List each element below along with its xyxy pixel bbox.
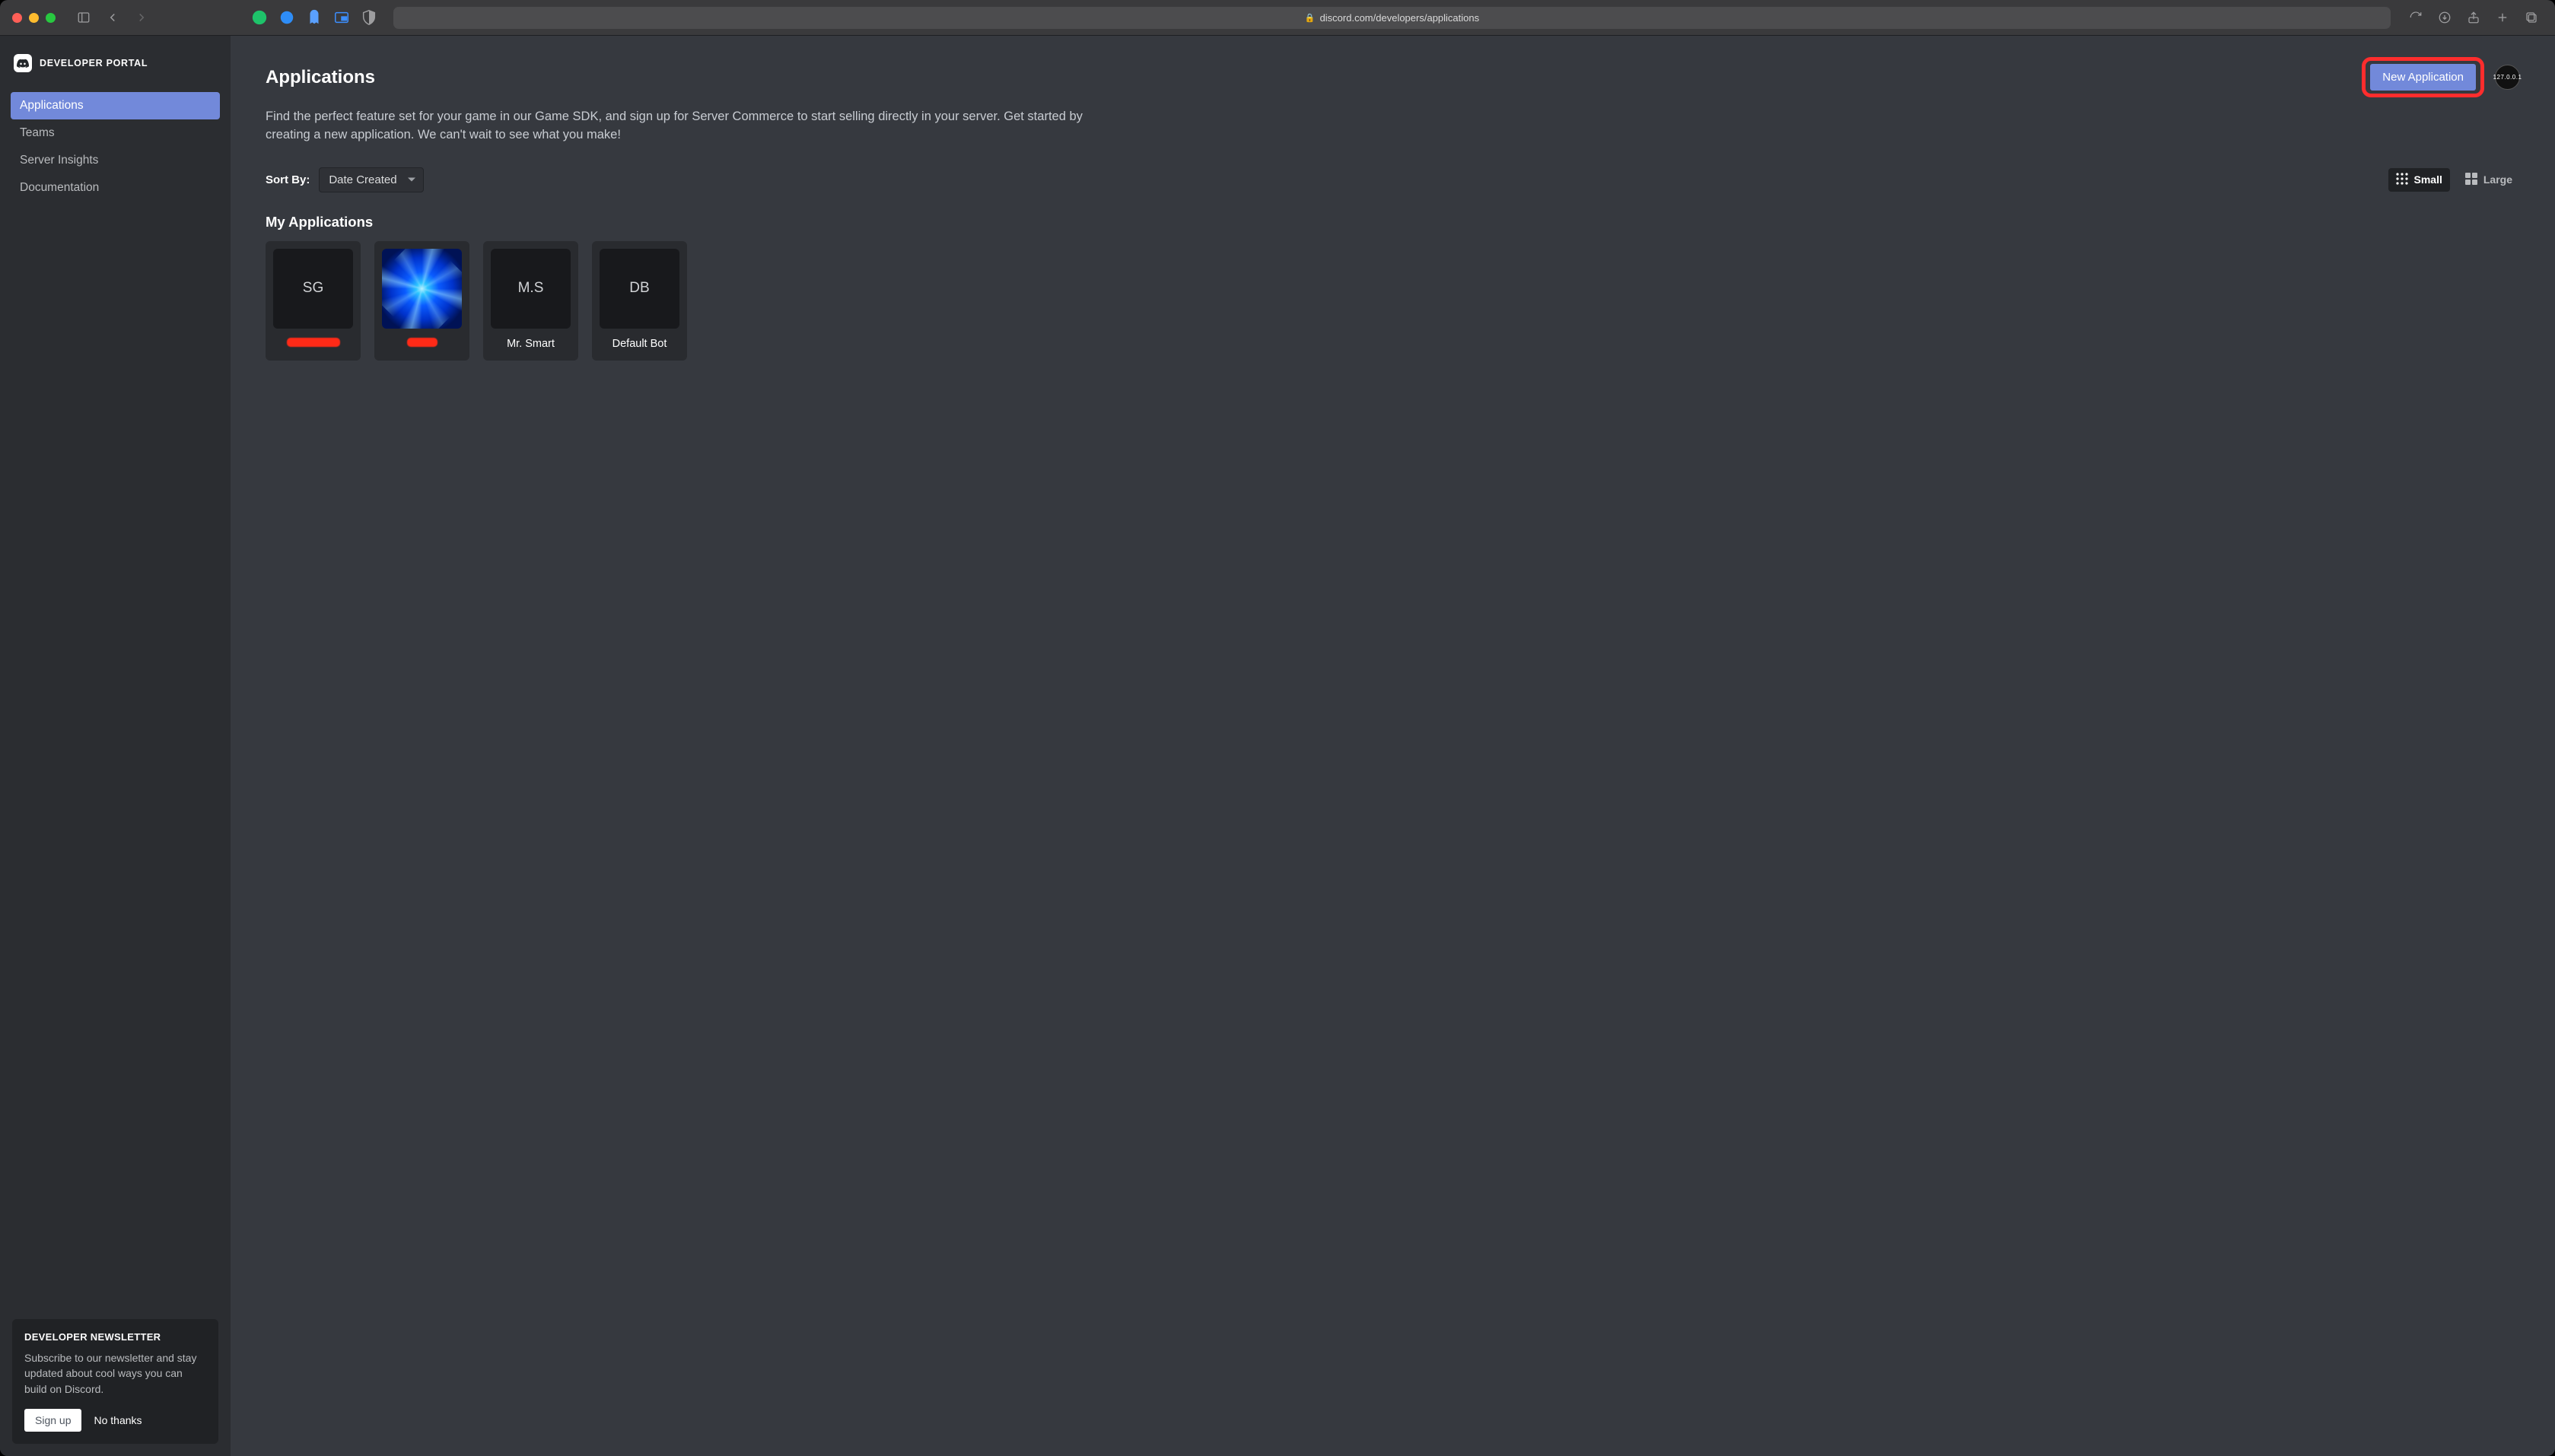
sidebar-item-teams[interactable]: Teams: [11, 119, 220, 147]
sort-selected-value: Date Created: [329, 173, 396, 186]
extension-grammarly-icon[interactable]: [251, 9, 268, 26]
view-large-button[interactable]: Large: [2458, 168, 2520, 192]
sort-by-select[interactable]: Date Created: [319, 167, 423, 192]
app-thumb-text: DB: [629, 280, 649, 297]
newsletter-signup-button[interactable]: Sign up: [24, 1409, 81, 1432]
app-thumbnail: SG: [273, 249, 353, 329]
discord-logo-icon: [14, 54, 32, 72]
url-bar[interactable]: 🔒 discord.com/developers/applications: [393, 7, 2391, 29]
new-tab-icon[interactable]: [2491, 6, 2514, 29]
brand-text: DEVELOPER PORTAL: [40, 58, 148, 68]
new-application-button[interactable]: New Application: [2370, 64, 2476, 91]
grid-large-icon: [2465, 173, 2477, 187]
newsletter-card: DEVELOPER NEWSLETTER Subscribe to our ne…: [12, 1319, 218, 1444]
main-content: Applications New Application 127.0.0.1 F…: [231, 36, 2555, 1456]
view-small-button[interactable]: Small: [2388, 168, 2450, 192]
app-thumbnail: M.S: [491, 249, 571, 329]
view-large-label: Large: [2483, 173, 2512, 186]
sidebar-item-label: Teams: [20, 126, 55, 139]
sidebar-toggle-icon[interactable]: [72, 6, 95, 29]
sidebar-item-label: Documentation: [20, 181, 99, 194]
window-controls: [12, 13, 56, 23]
newsletter-title: DEVELOPER NEWSLETTER: [24, 1331, 206, 1343]
app-name: Mr. Smart: [507, 338, 555, 351]
extension-pip-icon[interactable]: [333, 9, 350, 26]
app-thumbnail: DB: [600, 249, 679, 329]
app-name: [407, 338, 438, 351]
app-card[interactable]: SG: [266, 241, 361, 361]
redacted-label: [287, 338, 340, 347]
browser-toolbar: 🔒 discord.com/developers/applications: [0, 0, 2555, 35]
back-button[interactable]: [101, 6, 124, 29]
share-icon[interactable]: [2462, 6, 2485, 29]
tabs-overview-icon[interactable]: [2520, 6, 2543, 29]
maximize-window-button[interactable]: [46, 13, 56, 23]
avatar-text: 127.0.0.1: [2493, 74, 2522, 81]
sidebar-item-applications[interactable]: Applications: [11, 92, 220, 119]
forward-button[interactable]: [130, 6, 153, 29]
annotation-highlight: New Application: [2362, 57, 2484, 97]
app-name: Default Bot: [612, 338, 667, 351]
redacted-label: [407, 338, 438, 347]
extension-icon[interactable]: [278, 9, 295, 26]
sidebar-nav: Applications Teams Server Insights Docum…: [11, 92, 220, 202]
app-card[interactable]: [374, 241, 469, 361]
sidebar-item-documentation[interactable]: Documentation: [11, 174, 220, 202]
sidebar-item-server-insights[interactable]: Server Insights: [11, 147, 220, 174]
app-thumb-text: M.S: [518, 280, 544, 297]
grid-small-icon: [2396, 173, 2408, 187]
page-description: Find the perfect feature set for your ga…: [266, 108, 1087, 145]
url-text: discord.com/developers/applications: [1320, 12, 1480, 24]
sidebar: DEVELOPER PORTAL Applications Teams Serv…: [0, 36, 231, 1456]
user-avatar[interactable]: 127.0.0.1: [2495, 65, 2520, 90]
minimize-window-button[interactable]: [29, 13, 39, 23]
sidebar-item-label: Server Insights: [20, 154, 98, 167]
newsletter-body: Subscribe to our newsletter and stay upd…: [24, 1350, 206, 1397]
app-card[interactable]: DB Default Bot: [592, 241, 687, 361]
my-applications-title: My Applications: [266, 214, 2520, 230]
sidebar-item-label: Applications: [20, 99, 84, 112]
app-card[interactable]: M.S Mr. Smart: [483, 241, 578, 361]
close-window-button[interactable]: [12, 13, 22, 23]
applications-grid: SG M.S Mr. Smart DB Default Bot: [266, 241, 2520, 361]
brand[interactable]: DEVELOPER PORTAL: [11, 51, 220, 87]
page-title: Applications: [266, 67, 375, 88]
sort-by-label: Sort By:: [266, 173, 310, 186]
view-small-label: Small: [2414, 173, 2442, 186]
app-thumb-text: SG: [303, 280, 323, 297]
shield-icon[interactable]: [361, 9, 377, 26]
downloads-icon[interactable]: [2433, 6, 2456, 29]
view-size-toggle: Small Large: [2388, 168, 2520, 192]
app-name: [287, 338, 340, 351]
extension-ghost-icon[interactable]: [306, 9, 323, 26]
app-thumbnail: [382, 249, 462, 329]
lock-icon: 🔒: [1305, 13, 1316, 23]
newsletter-nothanks-button[interactable]: No thanks: [94, 1414, 142, 1426]
reload-button[interactable]: [2404, 6, 2427, 29]
